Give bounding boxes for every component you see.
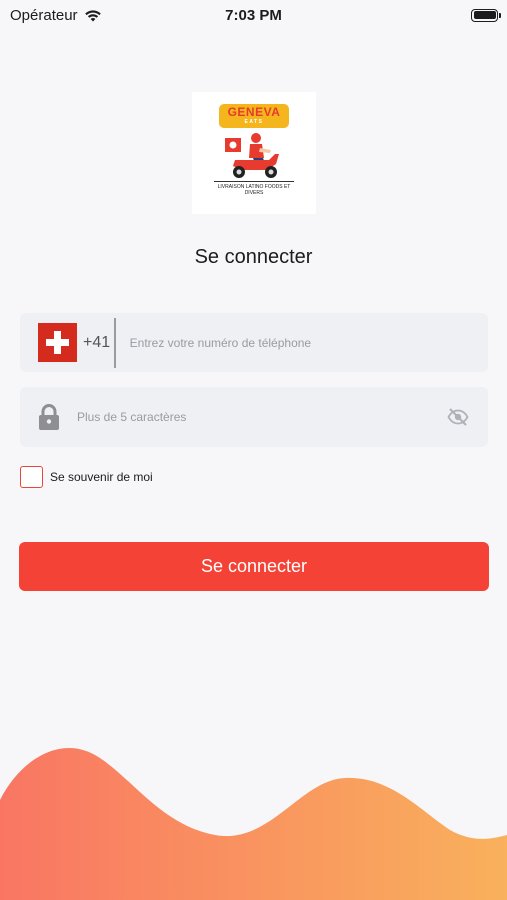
carrier-name: Opérateur: [10, 6, 78, 24]
logo-tagline: LIVRAISON LATINO FOODS ET DIVERS: [214, 181, 294, 196]
eye-off-icon[interactable]: [447, 406, 469, 428]
password-field: [20, 387, 488, 447]
remember-me-label[interactable]: Se souvenir de moi: [50, 470, 153, 484]
lock-icon: [39, 404, 59, 430]
country-code[interactable]: +41: [83, 334, 110, 352]
phone-field: +41: [20, 313, 488, 372]
app-logo: GENEVA EATS LIVRAISON LATINO FOODS ET DI…: [192, 92, 316, 214]
wifi-icon: [84, 9, 101, 21]
battery-icon: [471, 8, 501, 22]
remember-me-checkbox[interactable]: [20, 466, 43, 488]
logo-badge: GENEVA EATS: [219, 104, 289, 128]
page-title: Se connecter: [194, 246, 313, 268]
swiss-flag-icon[interactable]: [38, 323, 77, 362]
battery-level: [473, 11, 496, 19]
decorative-wave: [0, 747, 507, 900]
field-divider: [114, 317, 116, 368]
phone-input[interactable]: [129, 335, 488, 350]
delivery-scooter-icon: [225, 133, 279, 178]
status-bar: Opérateur 7:03 PM: [0, 0, 507, 30]
logo-sub: EATS: [244, 119, 264, 125]
password-input[interactable]: [77, 410, 447, 424]
login-button[interactable]: Se connecter: [19, 542, 489, 591]
carrier-group: Opérateur: [10, 7, 102, 24]
remember-me-row[interactable]: Se souvenir de moi: [20, 466, 153, 488]
logo-brand: GENEVA: [227, 105, 281, 119]
